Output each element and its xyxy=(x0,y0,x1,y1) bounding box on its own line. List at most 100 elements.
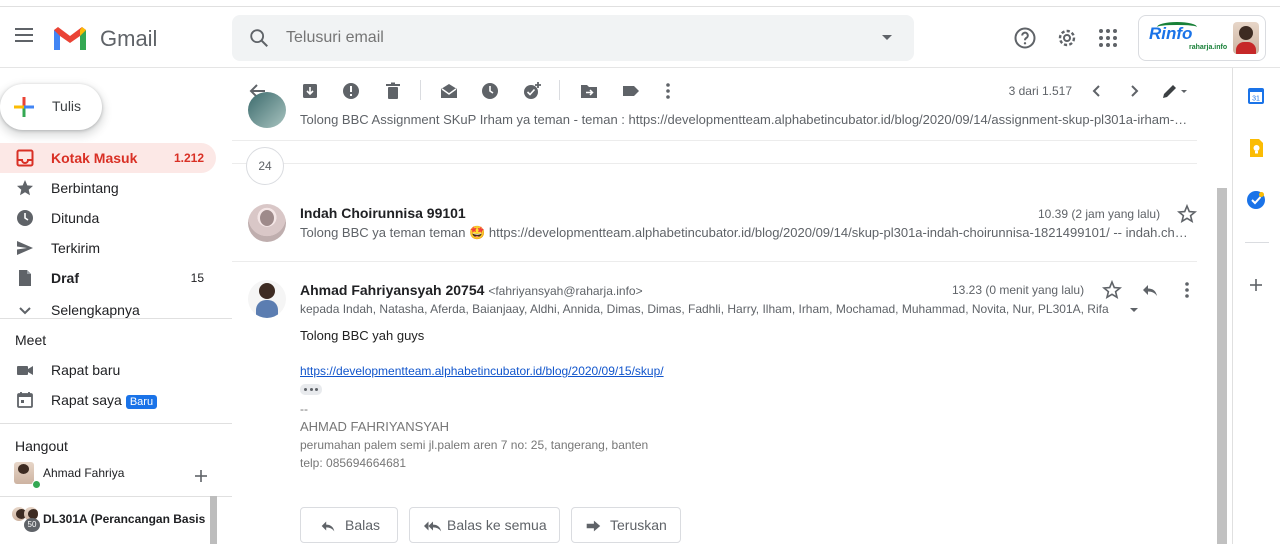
signature-dash: -- xyxy=(300,402,308,416)
app-name: Gmail xyxy=(100,26,158,51)
search-options-icon[interactable] xyxy=(882,35,892,40)
sidebar-item-snoozed[interactable]: Ditunda xyxy=(0,203,216,233)
row-separator xyxy=(232,163,1197,164)
add-task-icon[interactable] xyxy=(522,81,542,101)
panel-divider xyxy=(1245,242,1269,243)
sidebar-item-label: Berbintang xyxy=(51,180,119,196)
move-to-folder-icon[interactable] xyxy=(579,81,599,101)
sidebar-item-inbox[interactable]: Kotak Masuk 1.212 xyxy=(0,143,216,173)
star-outline-icon[interactable] xyxy=(1102,280,1122,300)
main-menu-button[interactable] xyxy=(12,24,36,48)
online-status-icon xyxy=(32,480,41,489)
search-input[interactable] xyxy=(286,27,846,49)
compose-button[interactable]: Tulis xyxy=(0,84,102,130)
sender-header: Ahmad Fahriyansyah 20754 <fahriyansyah@r… xyxy=(300,282,643,298)
help-icon[interactable] xyxy=(1013,26,1037,50)
brand-logo-text: Rinfo xyxy=(1149,24,1193,43)
sender-name: Indah Choirunnisa 99101 xyxy=(300,205,466,221)
show-details-caret-icon[interactable] xyxy=(1130,308,1138,312)
message-link[interactable]: https://developmentteam.alphabetincubato… xyxy=(300,364,664,378)
chevron-right-icon[interactable] xyxy=(1124,81,1144,101)
my-meetings-label: Rapat saya Baru xyxy=(51,392,158,409)
delete-trash-icon[interactable] xyxy=(383,81,403,101)
video-camera-icon xyxy=(17,366,33,375)
sidebar-item-label: Ditunda xyxy=(51,210,100,226)
recipients-list: kepada Indah, Natasha, Aferda, Baianjaay… xyxy=(300,302,1109,316)
message-time: 10.39 (2 jam yang lalu) xyxy=(1038,207,1161,221)
hangout-section-title: Hangout xyxy=(15,438,68,454)
reply-all-button-label: Balas ke semua xyxy=(447,517,547,533)
group-count-badge: 50 xyxy=(24,518,40,532)
star-icon xyxy=(17,180,33,196)
row-separator xyxy=(232,261,1197,262)
sender-avatar xyxy=(248,280,286,318)
sidebar-item-label: Kotak Masuk xyxy=(51,150,138,166)
sidebar-item-more[interactable]: Selengkapnya xyxy=(0,295,216,325)
reply-arrow-icon[interactable] xyxy=(1140,280,1160,300)
sidebar-item-sent[interactable]: Terkirim xyxy=(0,233,216,263)
reply-all-icon xyxy=(424,521,442,532)
chevron-left-icon[interactable] xyxy=(1087,81,1107,101)
tasks-icon[interactable] xyxy=(1246,190,1266,210)
gmail-logo-icon[interactable] xyxy=(52,24,88,52)
archive-icon[interactable] xyxy=(300,81,320,101)
row-separator xyxy=(232,140,1197,141)
sidebar-item-count: 15 xyxy=(190,271,204,285)
meet-section-title: Meet xyxy=(15,332,47,348)
sidebar-item-label: Draf xyxy=(51,270,80,286)
brand-logo-subtext: raharja.info xyxy=(1189,44,1228,51)
reply-button[interactable]: Balas xyxy=(300,507,398,543)
account-button[interactable]: Rinfo raharja.info xyxy=(1138,15,1266,61)
top-border xyxy=(0,0,1280,7)
reply-button-label: Balas xyxy=(345,517,381,533)
add-addon-plus-icon[interactable] xyxy=(1246,275,1266,295)
message-time: 13.23 (0 menit yang lalu) xyxy=(952,283,1085,297)
message-indah[interactable]: Indah Choirunnisa 99101 10.39 (2 jam yan… xyxy=(232,198,1197,260)
draft-icon xyxy=(19,270,31,286)
chevron-down-icon xyxy=(19,307,31,315)
star-outline-icon[interactable] xyxy=(1177,204,1197,224)
collapsed-messages-count[interactable]: 24 xyxy=(246,147,284,185)
apps-grid-icon[interactable] xyxy=(1096,26,1120,50)
add-hangout-icon[interactable] xyxy=(194,469,208,483)
mark-unread-icon[interactable] xyxy=(439,81,459,101)
my-meetings-item[interactable]: Rapat saya Baru xyxy=(0,385,216,415)
signature-name: AHMAD FAHRIYANSYAH xyxy=(300,419,450,434)
toolbar-divider xyxy=(559,80,560,100)
message-scrollbar[interactable] xyxy=(1217,188,1227,544)
forward-arrow-icon xyxy=(586,520,601,532)
new-meeting-item[interactable]: Rapat baru xyxy=(0,355,216,385)
reply-all-button[interactable]: Balas ke semua xyxy=(409,507,560,543)
keep-notes-icon[interactable] xyxy=(1246,138,1266,158)
snooze-clock-icon[interactable] xyxy=(480,81,500,101)
signature-phone: telp: 085694664681 xyxy=(300,456,407,470)
sidebar-item-count: 1.212 xyxy=(173,151,204,165)
sidebar-item-drafts[interactable]: Draf 15 xyxy=(0,263,216,293)
collapsed-message[interactable]: Tolong BBC Assignment SKuP Irham ya tema… xyxy=(232,92,1197,130)
more-vertical-icon[interactable] xyxy=(1177,280,1197,300)
settings-gear-icon[interactable] xyxy=(1055,26,1079,50)
message-body-text: Tolong BBC yah guys xyxy=(300,328,425,343)
hangout-group[interactable]: 50 DL301A (Perancangan Basis xyxy=(12,507,210,535)
calendar-app-icon[interactable]: 31 xyxy=(1246,86,1266,106)
sidebar-item-starred[interactable]: Berbintang xyxy=(0,173,216,203)
message-snippet: Tolong BBC ya teman teman 🤩 https://deve… xyxy=(300,225,1190,240)
hangout-user-avatar xyxy=(14,462,34,484)
message-view: 3 dari 1.517 Tolong BBC Assignment SKuP … xyxy=(232,68,1232,544)
more-vertical-icon[interactable] xyxy=(658,81,678,101)
sidebar-scrollbar[interactable] xyxy=(210,496,217,544)
reply-arrow-icon xyxy=(321,521,335,532)
input-tools-pen-icon[interactable] xyxy=(1160,81,1190,101)
calendar-icon xyxy=(17,392,33,408)
search-bar[interactable] xyxy=(232,15,914,61)
show-trimmed-content-button[interactable] xyxy=(300,384,322,395)
report-spam-icon[interactable] xyxy=(341,81,361,101)
forward-button[interactable]: Teruskan xyxy=(571,507,681,543)
sidebar-item-label: Terkirim xyxy=(51,240,100,256)
search-icon[interactable] xyxy=(248,27,270,49)
send-icon xyxy=(17,241,33,255)
account-avatar[interactable] xyxy=(1233,22,1259,54)
label-tag-icon[interactable] xyxy=(621,81,641,101)
plus-icon xyxy=(14,97,34,117)
signature-address: perumahan palem semi jl.palem aren 7 no:… xyxy=(300,438,649,452)
